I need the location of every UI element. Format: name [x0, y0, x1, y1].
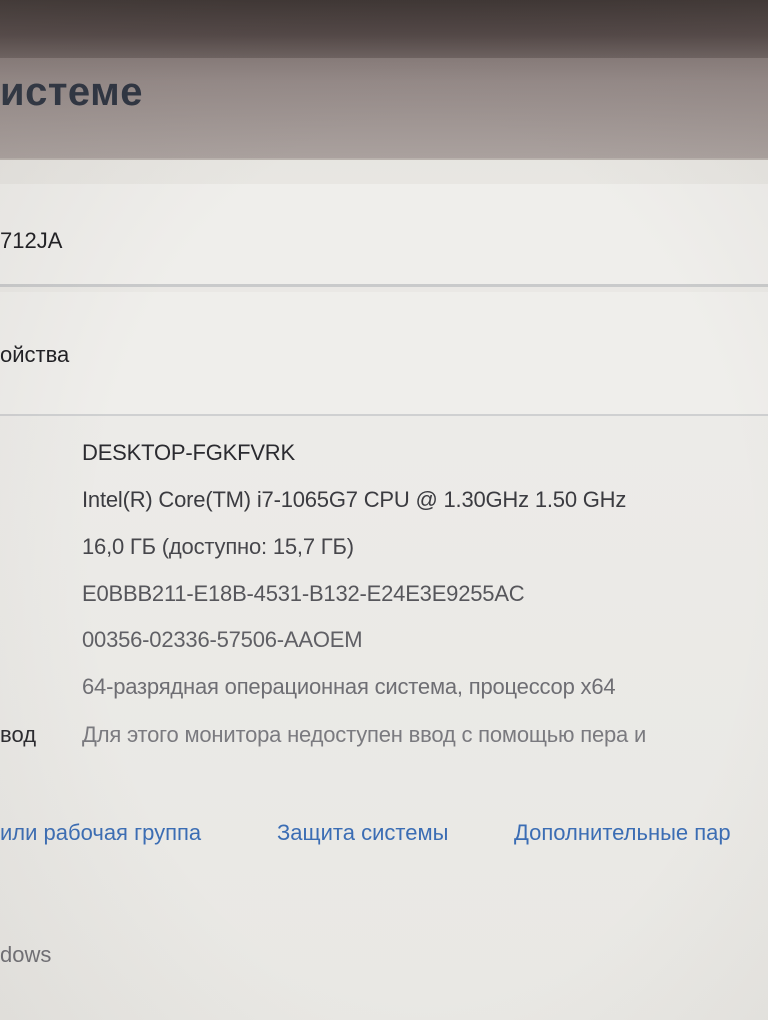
system-protection-link[interactable]: Защита системы [277, 820, 448, 846]
windows-section-label: dows [0, 942, 52, 967]
monitor-bezel [0, 0, 768, 58]
spec-value-processor: Intel(R) Core(TM) i7-1065G7 CPU @ 1.30GH… [82, 487, 627, 512]
spec-row-ram: 16,0 ГБ (доступно: 15,7 ГБ) [0, 526, 768, 572]
spec-label-pen-touch: вод [0, 722, 37, 747]
spec-row-processor: Intel(R) Core(TM) i7-1065G7 CPU @ 1.30GH… [0, 479, 768, 525]
spec-row-device-name: DESKTOP-FGKFVRK [0, 432, 768, 478]
related-links: или рабочая группа Защита системы Дополн… [0, 816, 768, 856]
spec-value-product-id: 00356-02336-57506-AAOEM [82, 627, 363, 652]
spec-row-product-id: 00356-02336-57506-AAOEM [0, 619, 768, 665]
spec-value-pen-touch: Для этого монитора недоступен ввод с пом… [82, 722, 647, 747]
device-specs-list: DESKTOP-FGKFVRK Intel(R) Core(TM) i7-106… [0, 420, 768, 760]
device-model-name: 712JA [0, 228, 63, 253]
advanced-settings-link[interactable]: Дополнительные пар [514, 820, 731, 846]
spec-value-device-name: DESKTOP-FGKFVRK [82, 440, 295, 465]
about-system-window: истеме 712JA ойства DESKTOP-FGKFVRK Inte… [0, 0, 768, 1020]
domain-workgroup-link[interactable]: или рабочая группа [0, 820, 201, 846]
device-specs-card[interactable]: ойства [0, 292, 768, 416]
spec-row-system-type: 64-разрядная операционная система, проце… [0, 666, 768, 712]
spec-value-ram: 16,0 ГБ (доступно: 15,7 ГБ) [82, 534, 354, 559]
spec-row-device-id: E0BBB211-E18B-4531-B132-E24E3E9255AC [0, 573, 768, 619]
page-title: истеме [0, 70, 143, 114]
device-name-card: 712JA [0, 184, 768, 287]
spec-row-pen-touch: вод Для этого монитора недоступен ввод с… [0, 714, 768, 760]
device-specs-heading: ойства [0, 342, 70, 367]
spec-value-system-type: 64-разрядная операционная система, проце… [82, 674, 616, 699]
spec-value-device-id: E0BBB211-E18B-4531-B132-E24E3E9255AC [82, 581, 525, 606]
